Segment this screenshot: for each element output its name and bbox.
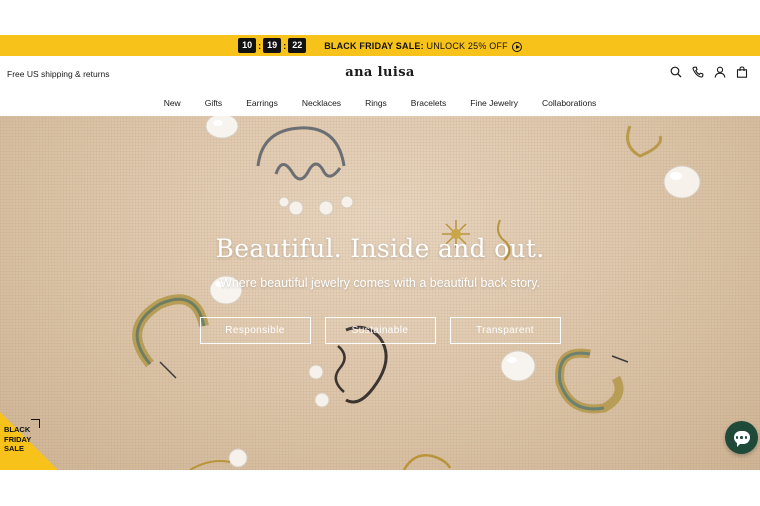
nav-item-necklaces[interactable]: Necklaces <box>302 98 341 108</box>
phone-icon[interactable] <box>692 66 704 78</box>
search-icon[interactable] <box>670 66 682 78</box>
timer-seconds: 22 <box>288 38 307 53</box>
badge-text: BLACK FRIDAY SALE <box>4 425 31 454</box>
nav-item-collaborations[interactable]: Collaborations <box>542 98 596 108</box>
badge-line-3: SALE <box>4 444 25 453</box>
header-icons <box>670 66 748 78</box>
responsible-button[interactable]: Responsible <box>199 317 311 344</box>
arrow-right-circle-icon[interactable] <box>511 41 522 52</box>
black-friday-badge[interactable]: BLACK FRIDAY SALE <box>0 412 58 470</box>
bag-icon[interactable] <box>736 66 748 78</box>
badge-line-1: BLACK <box>4 425 31 434</box>
badge-line-2: FRIDAY <box>4 434 32 444</box>
promo-offer: UNLOCK 25% OFF <box>423 40 508 51</box>
site-header: Free US shipping & returns ana luisa <box>0 56 760 90</box>
chat-icon <box>733 431 750 447</box>
nav-item-bracelets[interactable]: Bracelets <box>411 98 446 108</box>
timer-hours: 10 <box>238 38 257 53</box>
promo-bar[interactable]: 10 : 19 : 22 BLACK FRIDAY SALE: UNLOCK 2… <box>0 35 760 56</box>
sustainable-button[interactable]: Sustainable <box>324 317 436 344</box>
timer-separator: : <box>258 40 262 51</box>
timer-minutes: 19 <box>263 38 282 53</box>
main-nav: New Gifts Earrings Necklaces Rings Brace… <box>0 93 760 113</box>
timer-separator: : <box>283 40 287 51</box>
hero-buttons: Responsible Sustainable Transparent <box>0 317 760 344</box>
hero-title: Beautiful. Inside and out. <box>215 234 545 263</box>
hero-banner[interactable]: Beautiful. Inside and out. Where beautif… <box>0 116 760 470</box>
hero-subtitle: Where beautiful jewelry comes with a bea… <box>219 276 541 290</box>
nav-item-gifts[interactable]: Gifts <box>205 98 222 108</box>
logo[interactable]: ana luisa <box>0 65 760 80</box>
chat-button[interactable] <box>725 421 758 454</box>
nav-item-earrings[interactable]: Earrings <box>246 98 278 108</box>
nav-item-rings[interactable]: Rings <box>365 98 387 108</box>
jewelry-photo <box>132 116 701 470</box>
countdown-timer: 10 : 19 : 22 <box>238 38 307 53</box>
promo-title: BLACK FRIDAY SALE: <box>324 40 424 51</box>
transparent-button[interactable]: Transparent <box>449 317 561 344</box>
nav-item-fine-jewelry[interactable]: Fine Jewelry <box>470 98 518 108</box>
account-icon[interactable] <box>714 66 726 78</box>
expand-corner-icon <box>31 419 40 428</box>
promo-link[interactable]: BLACK FRIDAY SALE: UNLOCK 25% OFF <box>324 41 508 51</box>
nav-item-new[interactable]: New <box>164 98 181 108</box>
